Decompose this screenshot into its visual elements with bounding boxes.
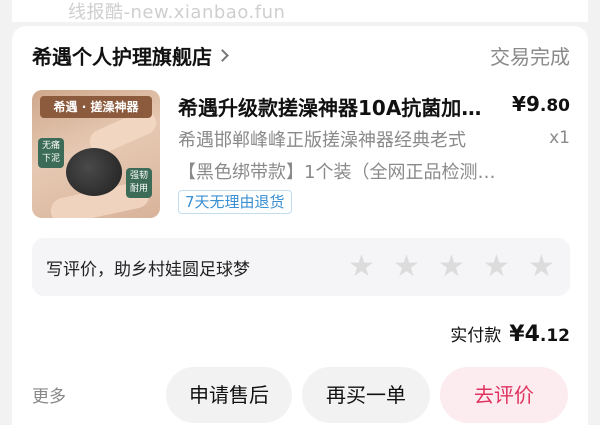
after-sale-button[interactable]: 申请售后 <box>166 367 292 423</box>
chevron-right-icon <box>216 48 229 62</box>
payment-summary: 实付款 ¥4.12 <box>450 321 570 347</box>
price-currency: ¥ <box>512 92 526 116</box>
image-tag-left: 无痛 下泥 <box>38 138 64 168</box>
image-banner: 希遇 · 搓澡神器 <box>40 96 152 118</box>
scrub-glove-graphic <box>66 148 122 196</box>
star-icon[interactable]: ★ <box>437 252 466 282</box>
order-status: 交易完成 <box>490 44 570 69</box>
star-icon[interactable]: ★ <box>482 252 511 282</box>
more-button[interactable]: 更多 <box>32 382 66 407</box>
star-icon[interactable]: ★ <box>392 252 421 282</box>
star-icon[interactable]: ★ <box>347 252 376 282</box>
store-header: 希遇个人护理旗舰店 交易完成 <box>32 40 570 70</box>
star-icon[interactable]: ★ <box>527 252 556 282</box>
price-decimal: .80 <box>539 96 570 116</box>
review-prompt-text: 写评价，助乡村娃圆足球梦 <box>46 260 250 280</box>
price-integer: 9 <box>525 92 540 116</box>
payment-label: 实付款 <box>450 326 502 346</box>
image-tag-right: 强韧 耐用 <box>126 168 152 198</box>
product-quantity: x1 <box>549 128 570 148</box>
buy-again-button[interactable]: 再买一单 <box>302 367 430 423</box>
product-price: ¥9.80 <box>512 92 570 116</box>
product-spec-line1: 希遇邯郸峰峰正版搓澡神器经典老式 <box>178 130 466 151</box>
product-title[interactable]: 希遇升级款搓澡神器10A抗菌加厚双面搓澡巾 <box>178 92 498 121</box>
payment-integer: 4 <box>524 322 540 347</box>
payment-amount: ¥4.12 <box>509 322 570 347</box>
write-review-button[interactable]: 去评价 <box>440 367 568 423</box>
store-name: 希遇个人护理旗舰店 <box>32 44 212 69</box>
watermark: 线报酷-new.xianbao.fun <box>68 2 286 22</box>
product-image[interactable]: 希遇 · 搓澡神器 无痛 下泥 强韧 耐用 <box>32 90 160 218</box>
previous-card-strip: 线报酷-new.xianbao.fun <box>12 0 588 22</box>
payment-currency: ¥ <box>509 322 525 347</box>
payment-decimal: .12 <box>539 326 570 346</box>
product-spec-line2: 【黑色绑带款】1个装（全网正品检测报告） <box>178 162 508 183</box>
order-card[interactable]: 希遇个人护理旗舰店 交易完成 希遇 · 搓澡神器 无痛 下泥 强韧 耐用 希遇升… <box>12 26 588 425</box>
store-link[interactable]: 希遇个人护理旗舰店 <box>32 41 229 70</box>
star-rating[interactable]: ★ ★ ★ ★ ★ <box>347 252 556 282</box>
review-prompt-box[interactable]: 写评价，助乡村娃圆足球梦 ★ ★ ★ ★ ★ <box>32 238 570 296</box>
return-policy-badge: 7天无理由退货 <box>178 190 292 214</box>
